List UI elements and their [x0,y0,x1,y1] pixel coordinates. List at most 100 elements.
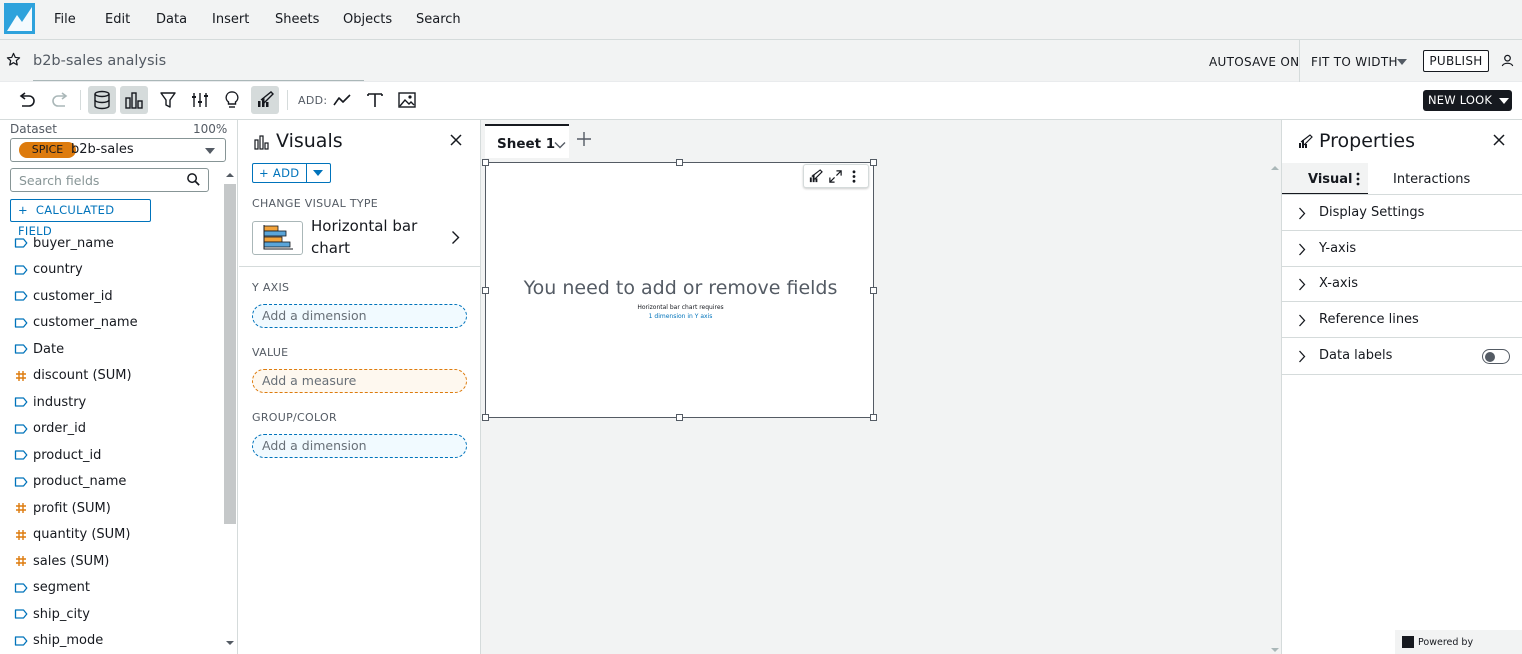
field-item[interactable]: product_name [0,469,222,496]
more-options-icon[interactable] [851,169,857,188]
search-icon[interactable] [186,172,201,191]
section-display-settings[interactable]: Display Settings [1282,195,1522,231]
chevron-down-icon [205,148,215,154]
field-item[interactable]: order_id [0,416,222,443]
close-icon[interactable] [450,134,462,150]
scroll-thumb[interactable] [224,184,236,524]
add-visual-button[interactable]: + ADD [252,163,331,183]
tab-visual[interactable]: Visual [1308,172,1353,187]
section-reference-lines[interactable]: Reference lines [1282,302,1522,338]
menu-search[interactable]: Search [416,12,461,27]
resize-handle[interactable] [870,414,877,421]
toolbar-divider [287,90,288,110]
empty-visual-requirement-detail[interactable]: 1 dimension in Y axis [486,313,875,320]
y-axis-field-well[interactable]: Add a dimension [252,304,467,328]
quicksight-logo-icon [1402,636,1414,648]
data-pane-icon[interactable] [88,86,116,114]
spice-badge: SPICE [19,142,76,158]
format-visual-icon[interactable] [808,169,823,188]
field-list-scrollbar[interactable] [222,170,237,654]
menu-edit[interactable]: Edit [105,12,130,27]
resize-handle[interactable] [870,159,877,166]
more-options-icon[interactable] [1356,172,1360,190]
add-text-icon[interactable] [361,86,389,114]
add-visual-icon[interactable] [328,86,356,114]
insights-icon[interactable] [218,86,246,114]
new-look-button[interactable]: NEW LOOK [1423,90,1512,111]
plus-icon: + [18,203,28,217]
publish-button[interactable]: PUBLISH [1423,50,1489,72]
field-item[interactable]: Date [0,336,222,363]
expand-icon[interactable] [828,169,843,188]
dimension-tag-icon [14,634,28,648]
menu-objects[interactable]: Objects [343,12,392,27]
add-image-icon[interactable] [393,86,421,114]
star-icon[interactable] [6,52,21,71]
menu-data[interactable]: Data [156,12,187,27]
chevron-down-icon[interactable] [554,138,566,153]
undo-icon[interactable] [13,86,41,114]
tab-interactions[interactable]: Interactions [1393,172,1470,187]
resize-handle[interactable] [482,414,489,421]
format-visual-icon[interactable] [251,86,279,114]
resize-handle[interactable] [676,414,683,421]
parameters-icon[interactable] [186,86,214,114]
change-visual-type-label: CHANGE VISUAL TYPE [252,197,379,210]
field-item[interactable]: profit (SUM) [0,495,222,522]
calculated-field-button[interactable]: + CALCULATED FIELD [10,199,151,238]
scroll-down-icon[interactable] [1271,642,1279,654]
field-item[interactable]: customer_id [0,283,222,310]
field-name: industry [33,394,87,410]
close-icon[interactable] [1493,134,1505,150]
menu-insert[interactable]: Insert [212,12,249,27]
scroll-up-icon[interactable] [1271,160,1279,175]
visuals-icon [254,134,270,154]
section-x-axis[interactable]: X-axis [1282,266,1522,302]
field-item[interactable]: sales (SUM) [0,548,222,575]
field-item[interactable]: industry [0,389,222,416]
field-item[interactable]: ship_mode [0,628,222,654]
field-list: buyer_name country customer_id customer_nam… [0,230,222,654]
visualize-icon[interactable] [120,86,148,114]
dataset-select[interactable]: SPICE b2b-sales [10,138,226,162]
resize-handle[interactable] [482,159,489,166]
field-item[interactable]: country [0,257,222,284]
field-item[interactable]: buyer_name [0,230,222,257]
field-item[interactable]: segment [0,575,222,602]
horizontal-bar-chart-icon[interactable] [252,221,303,255]
section-y-axis[interactable]: Y-axis [1282,231,1522,267]
analysis-name[interactable]: b2b-sales analysis [33,53,166,69]
redo-icon[interactable] [46,86,74,114]
section-label: X-axis [1319,276,1358,291]
autosave-status[interactable]: AUTOSAVE ON [1209,55,1299,69]
value-field-well[interactable]: Add a measure [252,369,467,393]
field-item[interactable]: discount (SUM) [0,363,222,390]
title-bar: b2b-sales analysis AUTOSAVE ON FIT TO WI… [0,40,1522,82]
search-fields-input[interactable] [12,170,182,190]
quicksight-logo-icon[interactable] [4,3,35,34]
empty-visual-requirement: Horizontal bar chart requires [637,304,724,311]
resize-handle[interactable] [676,159,683,166]
data-labels-toggle[interactable] [1482,349,1510,364]
user-icon[interactable] [1501,54,1514,71]
group-color-field-well[interactable]: Add a dimension [252,434,467,458]
visual-type-name[interactable]: Horizontal bar chart [311,215,431,259]
chevron-down-icon[interactable] [1397,59,1407,65]
sheet-tab[interactable]: Sheet 1 [485,124,569,158]
visual-container[interactable]: You need to add or remove fields Horizon… [482,159,877,421]
visuals-panel: Visuals + ADD CHANGE VISUAL TYPE Horizon… [239,120,481,654]
menu-file[interactable]: File [54,12,76,27]
section-data-labels[interactable]: Data labels [1282,338,1522,375]
add-sheet-icon[interactable] [577,132,591,150]
field-item[interactable]: product_id [0,442,222,469]
scroll-up-icon [226,173,234,177]
field-item[interactable]: customer_name [0,310,222,337]
chevron-right-icon[interactable] [451,230,460,249]
fit-to-width-select[interactable]: FIT TO WIDTH [1311,55,1398,69]
field-item[interactable]: quantity (SUM) [0,522,222,549]
chevron-down-icon[interactable] [313,170,323,176]
menu-sheets[interactable]: Sheets [275,12,319,27]
field-item[interactable]: ship_city [0,601,222,628]
filter-icon[interactable] [154,86,182,114]
dimension-tag-icon [14,448,28,462]
